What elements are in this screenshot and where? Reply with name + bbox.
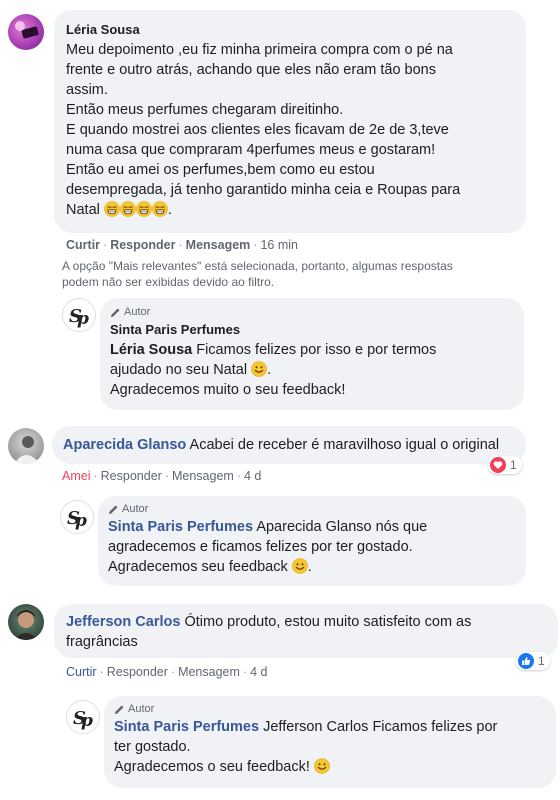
comment-author[interactable]: Jefferson Carlos <box>66 614 180 630</box>
like-reaction-icon <box>518 653 534 669</box>
reaction-count[interactable]: 1 <box>516 652 550 670</box>
sinta-paris-logo[interactable] <box>66 700 100 734</box>
avatar-jefferson[interactable] <box>8 604 44 640</box>
mention[interactable]: Léria Sousa <box>110 342 192 358</box>
reply-bubble: Autor Sinta Paris Perfumes Jefferson Car… <box>104 696 556 788</box>
comment-line: Então meus perfumes chegaram direitinho. <box>66 102 344 118</box>
comment-line: frente e outro atrás, achando que eles n… <box>66 62 436 78</box>
pencil-icon <box>110 307 121 318</box>
author-badge: Autor <box>108 503 516 515</box>
avatar-leria[interactable] <box>8 14 44 50</box>
smile-emoji <box>292 558 308 574</box>
mention[interactable]: Aparecida Glanso <box>256 519 371 535</box>
message-link[interactable]: Mensagem <box>178 665 240 679</box>
avatar-aparecida[interactable] <box>8 428 44 464</box>
comment-actions: Curtir · Responder · Mensagem · 4 d <box>66 665 268 679</box>
message-link[interactable]: Mensagem <box>186 238 251 252</box>
comment-bubble-jefferson: Jefferson Carlos Ótimo produto, estou mu… <box>54 604 558 658</box>
reply-link[interactable]: Responder <box>101 469 162 483</box>
author-badge: Autor <box>114 703 546 715</box>
like-link[interactable]: Curtir <box>66 665 97 679</box>
comment-line-last: Natal . <box>66 201 172 218</box>
smile-emoji <box>251 361 267 377</box>
smile-emoji <box>314 758 330 774</box>
comment-line: E quando mostrei aos clientes eles ficav… <box>66 122 449 138</box>
pencil-icon <box>108 504 119 515</box>
comment-line: Então eu amei os perfumes,bem como eu es… <box>66 162 375 178</box>
sinta-paris-logo[interactable] <box>62 298 96 332</box>
comment-bubble-leria: Léria Sousa Meu depoimento ,eu fiz minha… <box>54 10 526 233</box>
reply-author[interactable]: Sinta Paris Perfumes <box>108 519 253 535</box>
message-link[interactable]: Mensagem <box>172 469 234 483</box>
love-link[interactable]: Amei <box>62 469 90 483</box>
comment-line: Meu depoimento ,eu fiz minha primeira co… <box>66 42 453 58</box>
comment-actions: Curtir · Responder · Mensagem · 16 min <box>66 238 298 252</box>
comment-line: numa casa que compraram 4perfumes meus e… <box>66 142 436 158</box>
comment-bubble-aparecida: Aparecida Glanso Acabei de receber é mar… <box>52 426 526 464</box>
author-badge: Autor <box>110 306 514 318</box>
comment-line: desempregada, já tenho garantido minha c… <box>66 182 461 198</box>
heart-reaction-icon <box>490 457 506 473</box>
pencil-icon <box>114 704 125 715</box>
mention[interactable]: Jefferson Carlos <box>263 719 368 735</box>
reaction-count[interactable]: 1 <box>488 456 522 474</box>
timestamp[interactable]: 4 d <box>244 469 261 483</box>
grin-emoji <box>104 201 120 217</box>
reply-bubble: Autor Sinta Paris Perfumes Léria Sousa F… <box>100 298 524 410</box>
sinta-paris-logo[interactable] <box>60 500 94 534</box>
comment-line: assim. <box>66 82 108 98</box>
comment-author[interactable]: Aparecida Glanso <box>63 437 186 453</box>
timestamp[interactable]: 4 d <box>250 665 267 679</box>
reply-link[interactable]: Responder <box>110 238 175 252</box>
comment-author[interactable]: Léria Sousa <box>66 20 514 40</box>
reply-author[interactable]: Sinta Paris Perfumes <box>110 320 514 340</box>
reply-author[interactable]: Sinta Paris Perfumes <box>114 719 259 735</box>
filter-notice: A opção "Mais relevantes" está seleciona… <box>62 259 453 289</box>
reply-link[interactable]: Responder <box>107 665 168 679</box>
grin-emoji <box>152 201 168 217</box>
grin-emoji <box>120 201 136 217</box>
timestamp[interactable]: 16 min <box>260 238 298 252</box>
comment-actions: Amei · Responder · Mensagem · 4 d <box>62 469 262 483</box>
like-link[interactable]: Curtir <box>66 238 100 252</box>
grin-emoji <box>136 201 152 217</box>
comment-line: Natal <box>66 202 100 218</box>
reply-bubble: Autor Sinta Paris Perfumes Aparecida Gla… <box>98 496 526 586</box>
